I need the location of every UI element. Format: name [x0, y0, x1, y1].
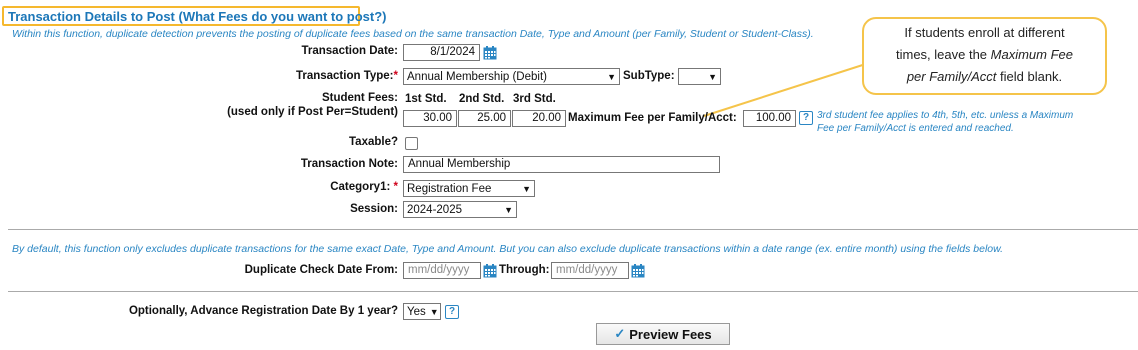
subtype-select[interactable]: ▼: [678, 68, 721, 85]
student-fees-label: Student Fees:: [321, 92, 398, 104]
category1-select[interactable]: Registration Fee ▼: [403, 180, 535, 197]
std2-fee-input[interactable]: 25.00: [458, 110, 511, 127]
callout-line2: times, leave the: [895, 47, 991, 62]
chevron-down-icon: ▼: [607, 71, 616, 82]
chevron-down-icon: ▼: [708, 71, 717, 82]
max-fee-label: Maximum Fee per Family/Acct:: [568, 112, 737, 124]
transaction-date-label: Transaction Date:: [301, 45, 399, 57]
chevron-down-icon: ▼: [429, 306, 439, 317]
subtype-label: SubType:: [623, 70, 675, 82]
max-fee-note-line1: 3rd student fee applies to 4th, 5th, etc…: [817, 110, 1074, 121]
preview-fees-button[interactable]: ✓ Preview Fees: [596, 323, 730, 345]
callout-line1: If students enroll at different: [904, 25, 1065, 40]
advance-registration-label: Optionally, Advance Registration Date By…: [128, 305, 398, 317]
callout-line3: field blank.: [996, 69, 1063, 84]
transaction-type-label: Transaction Type:*: [295, 70, 398, 82]
transaction-note-label: Transaction Note:: [300, 158, 398, 170]
max-fee-note-line2: Fee per Family/Acct is entered and reach…: [817, 123, 1014, 134]
transaction-date-input[interactable]: 8/1/2024: [403, 44, 480, 61]
max-fee-input[interactable]: 100.00: [743, 110, 796, 127]
required-mark: *: [393, 181, 398, 193]
category1-label: Category1: *: [330, 181, 398, 193]
calendar-icon[interactable]: [483, 46, 497, 60]
taxable-label: Taxable?: [349, 136, 398, 148]
session-select[interactable]: 2024-2025 ▼: [403, 201, 517, 218]
divider: [8, 229, 1138, 230]
duplicate-through-label: Through:: [499, 264, 550, 276]
chevron-down-icon: ▼: [504, 204, 513, 215]
callout-line3-emphasis: per Family/Acct: [906, 69, 997, 84]
transaction-type-select[interactable]: Annual Membership (Debit) ▼: [403, 68, 620, 85]
std2-header: 2nd Std.: [459, 93, 505, 105]
calendar-icon[interactable]: [483, 264, 497, 278]
std1-header: 1st Std.: [405, 93, 447, 105]
duplicate-info-text: By default, this function only excludes …: [12, 243, 1004, 255]
duplicate-through-input[interactable]: mm/dd/yyyy: [551, 262, 629, 279]
callout-line2-emphasis: Maximum Fee: [990, 47, 1073, 62]
std1-fee-input[interactable]: 30.00: [403, 110, 457, 127]
advance-registration-select[interactable]: Yes ▼: [403, 303, 441, 320]
calendar-icon[interactable]: [631, 264, 645, 278]
session-label: Session:: [350, 203, 398, 215]
chevron-down-icon: ▼: [522, 183, 531, 194]
required-mark: *: [393, 70, 398, 82]
divider: [8, 291, 1138, 292]
duplicate-from-label: Duplicate Check Date From:: [244, 264, 398, 276]
duplicate-from-input[interactable]: mm/dd/yyyy: [403, 262, 481, 279]
std3-header: 3rd Std.: [513, 93, 556, 105]
transaction-note-input[interactable]: Annual Membership: [403, 156, 720, 173]
section-title: Transaction Details to Post (What Fees d…: [2, 6, 386, 26]
intro-text: Within this function, duplicate detectio…: [12, 28, 814, 40]
help-icon[interactable]: ?: [799, 111, 813, 125]
taxable-checkbox[interactable]: [405, 137, 418, 150]
std3-fee-input[interactable]: 20.00: [512, 110, 566, 127]
help-icon[interactable]: ?: [445, 305, 459, 319]
callout-tooltip: If students enroll at different times, l…: [862, 17, 1107, 95]
checkmark-icon: ✓: [614, 326, 626, 341]
student-fees-sublabel: (used only if Post Per=Student): [227, 106, 398, 118]
